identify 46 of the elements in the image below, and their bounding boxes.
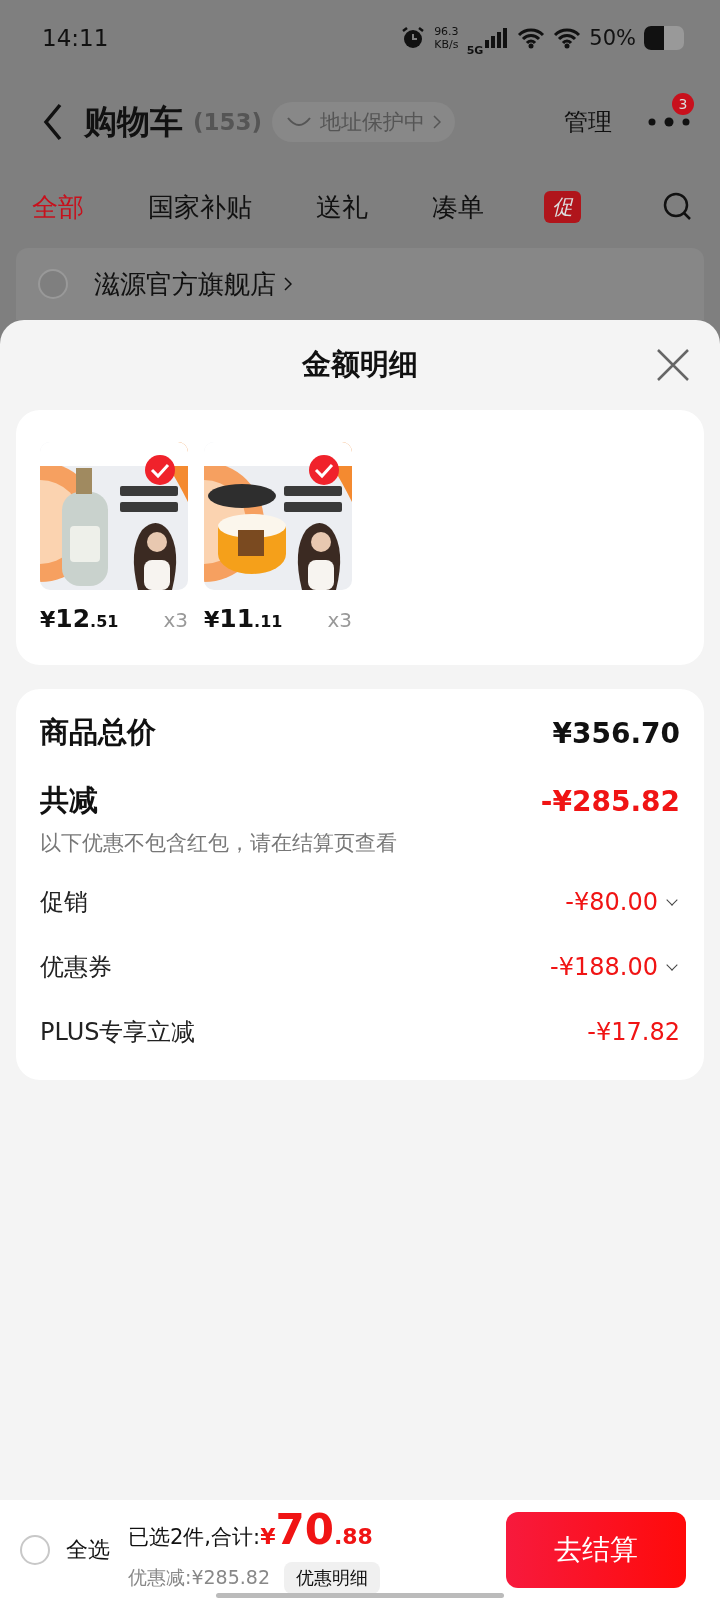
checkout-button[interactable]: 去结算 [506,1512,686,1588]
item-price: ¥11.11 [204,604,283,633]
battery-percent: 50% [589,26,636,50]
more-icon[interactable] [648,117,690,127]
signal-icon [485,28,510,48]
item-price: ¥12.51 [40,604,119,633]
clock-time: 14:11 [42,25,109,51]
discount-value: -¥80.00 [565,887,680,916]
sheet-title: 金额明细 [302,346,418,383]
select-all-label[interactable]: 全选 [66,1535,110,1565]
battery-icon [644,26,686,50]
discount-value: -¥17.82 [587,1017,680,1046]
wifi-icon [517,27,546,49]
discount-value: -¥188.00 [550,952,680,981]
discount-label: 促销 [40,886,88,918]
discount-label: PLUS专享立减 [40,1016,196,1048]
reduction-label: 共减 [40,782,98,819]
reduction-note: 以下优惠不包含红包，请在结算页查看 [40,830,398,857]
discount-summary: 优惠减:¥285.82 [128,1564,270,1590]
discount-label: 优惠券 [40,951,112,983]
wifi-icon [553,27,582,49]
item-quantity: x3 [163,608,188,632]
tab[interactable]: 凑单 [432,189,484,225]
item-quantity: x3 [327,608,352,632]
total-value: ¥356.70 [552,716,680,750]
tab[interactable]: 国家补贴 [148,189,252,225]
selected-summary: 已选2件,合计: [128,1523,261,1551]
discount-details-button[interactable]: 优惠明细 [284,1561,380,1594]
network-type: 5G [466,43,484,57]
page-title: 购物车 [84,100,183,143]
manage-button[interactable]: 管理 [564,106,612,138]
back-icon[interactable] [42,102,64,142]
store-name[interactable]: 滋源官方旗舰店 [94,266,276,302]
total-price: ¥70.88 [260,1506,373,1556]
chevron-icon [433,115,442,129]
close-icon[interactable] [656,348,690,382]
radio-button[interactable] [20,1535,50,1565]
chevron-icon [284,277,292,291]
promo-tag[interactable]: 促 [544,191,581,223]
total-label: 商品总价 [40,714,156,751]
notification-badge: 3 [672,93,694,115]
net-unit: KB/s [434,38,459,51]
tab[interactable]: 送礼 [316,189,368,225]
net-speed: 96.3 [434,25,459,38]
radio-button[interactable] [38,269,68,299]
reduction-value: -¥285.82 [540,784,680,818]
